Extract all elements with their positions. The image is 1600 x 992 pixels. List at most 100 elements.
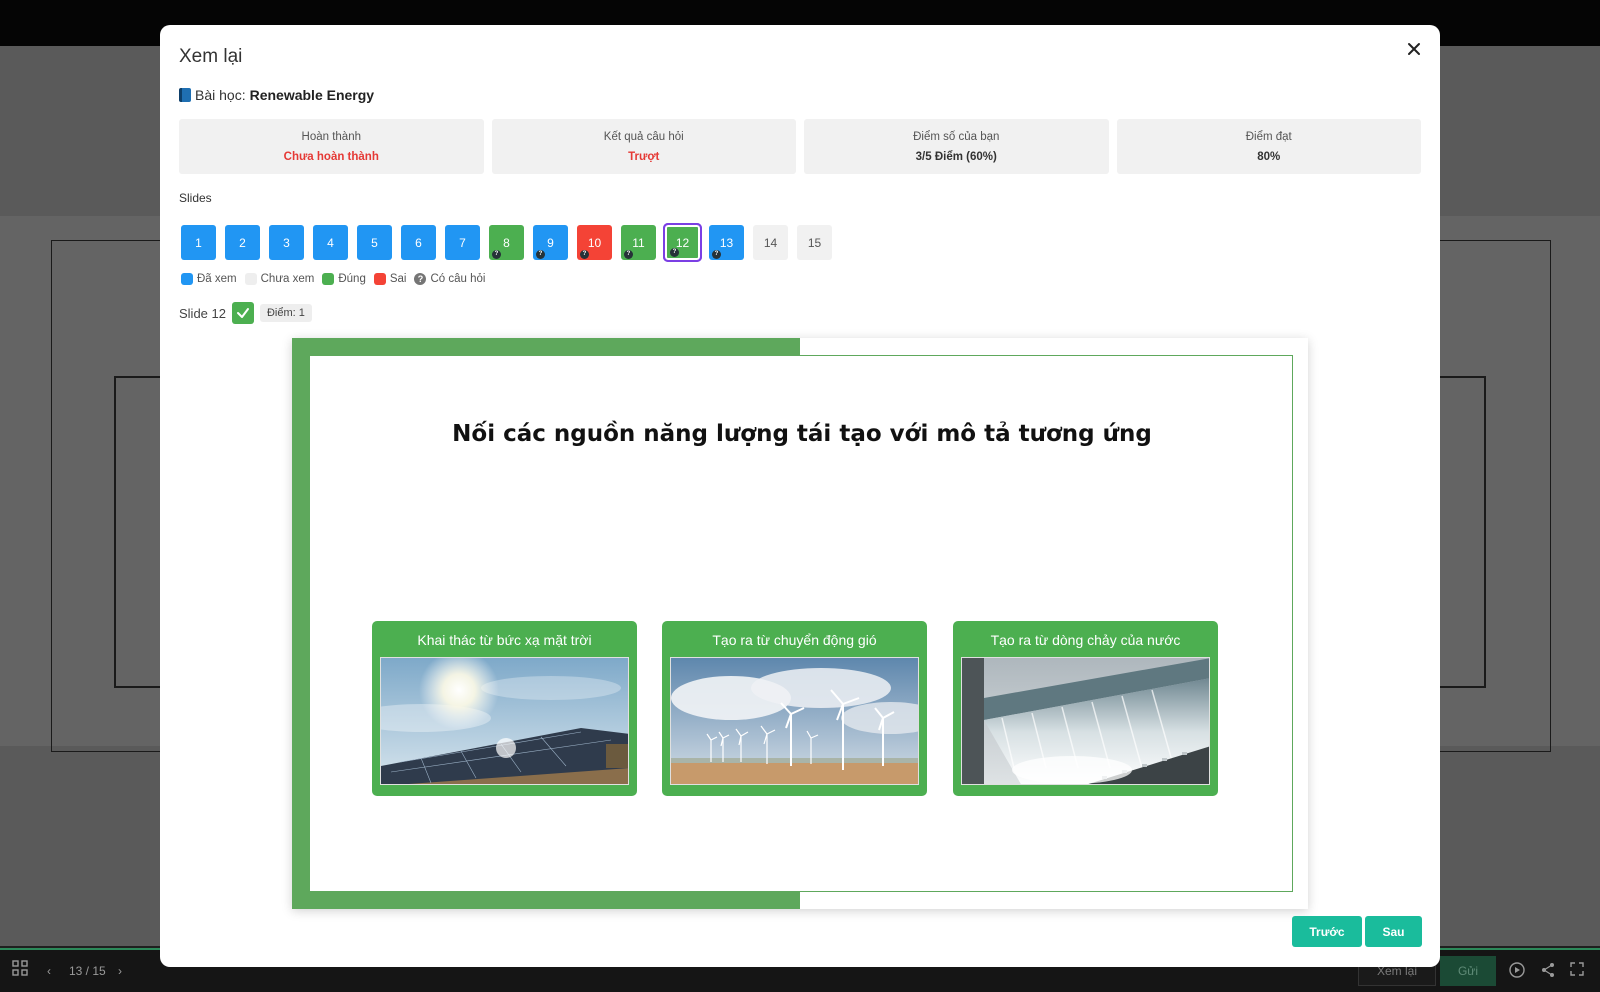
stat-your-score: Điểm số của bạn 3/5 Điểm (60%) [804, 119, 1109, 174]
slide-button-3[interactable]: 3 [269, 225, 304, 260]
slide-number: 1 [195, 235, 202, 250]
slide-number: 10 [587, 235, 602, 250]
solar-panels-image [380, 657, 629, 785]
slide-number: 9 [547, 235, 554, 250]
question-icon: ? [670, 248, 679, 257]
question-icon: ? [712, 250, 721, 259]
grid-menu-icon[interactable] [12, 960, 28, 979]
slide-number: 12 [675, 235, 690, 250]
slide-button-12[interactable]: 12? [663, 223, 702, 262]
fullscreen-icon[interactable] [1570, 962, 1584, 979]
legend-correct: Đúng [322, 273, 366, 285]
check-icon [231, 302, 254, 324]
lesson-prefix: Bài học: [195, 87, 246, 103]
match-card-hydro[interactable]: Tạo ra từ dòng chảy của nước [953, 621, 1218, 796]
slide-button-6[interactable]: 6 [401, 225, 436, 260]
previous-button[interactable]: Trước [1292, 916, 1362, 947]
slide-number: 6 [415, 235, 422, 250]
slide-number: 13 [719, 235, 734, 250]
legend-question: ? Có câu hỏi [414, 273, 485, 285]
slide-button-1[interactable]: 1 [181, 225, 216, 260]
wind-turbines-image [670, 657, 919, 785]
slide-number: 4 [327, 235, 334, 250]
card-title: Tạo ra từ chuyển động gió [712, 632, 877, 648]
slide-button-13[interactable]: 13? [709, 225, 744, 260]
legend-label: Chưa xem [260, 273, 315, 285]
legend-wrong: Sai [373, 273, 407, 285]
legend-label: Sai [389, 273, 407, 285]
slide-number: 5 [371, 235, 378, 250]
slide-content: Nối các nguồn năng lượng tái tạo với mô … [309, 355, 1293, 892]
current-slide-label: Slide 12 [179, 305, 226, 321]
legend-swatch [244, 273, 257, 285]
next-button[interactable]: Sau [1365, 916, 1422, 947]
slide-accent-top [292, 338, 800, 355]
legend-label: Đúng [338, 273, 366, 285]
slide-accent-bottom [292, 892, 800, 909]
stat-question-result: Kết quả câu hỏi Trượt [491, 119, 796, 174]
lesson-info: Bài học: Renewable Energy [179, 87, 374, 103]
replay-icon[interactable] [1508, 961, 1526, 982]
match-card-wind[interactable]: Tạo ra từ chuyển động gió [662, 621, 927, 796]
slide-button-5[interactable]: 5 [357, 225, 392, 260]
slide-button-10[interactable]: 10? [577, 225, 612, 260]
lesson-name: Renewable Energy [249, 87, 375, 103]
slide-number: 11 [632, 235, 645, 250]
stat-label: Điểm đạt [1245, 130, 1292, 143]
legend-swatch [373, 273, 386, 285]
slide-button-2[interactable]: 2 [225, 225, 260, 260]
slide-title: Nối các nguồn năng lượng tái tạo với mô … [452, 421, 1152, 447]
slide-button-15[interactable]: 15 [797, 225, 832, 260]
legend-unviewed: Chưa xem [244, 273, 315, 285]
question-icon: ? [492, 250, 501, 259]
slide-number: 2 [239, 235, 246, 250]
stat-label: Điểm số của bạn [913, 130, 1000, 143]
legend-swatch [181, 273, 193, 285]
page-counter: 13 / 15 [69, 964, 106, 978]
slide-navigator: 1 2 3 4 5 6 7 8? 9? 10? 11? 12? 13? 14 15 [181, 223, 832, 262]
slide-button-11[interactable]: 11? [621, 225, 656, 260]
share-icon[interactable] [1540, 962, 1556, 981]
question-icon: ? [414, 273, 427, 285]
next-slide-icon[interactable]: › [118, 964, 122, 978]
stats-row: Hoàn thành Chưa hoàn thành Kết quả câu h… [179, 119, 1421, 174]
slide-button-8[interactable]: 8? [489, 225, 524, 260]
slide-number: 8 [503, 235, 510, 250]
stat-value: 80% [1257, 150, 1281, 163]
stat-pass-score: Điểm đạt 80% [1116, 119, 1421, 174]
stat-label: Kết quả câu hỏi [603, 130, 684, 143]
question-icon: ? [580, 250, 589, 259]
slide-number: 3 [283, 235, 290, 250]
prev-slide-icon[interactable]: ‹ [47, 964, 51, 978]
legend-swatch [322, 273, 335, 285]
close-icon[interactable] [1402, 37, 1426, 61]
question-icon: ? [624, 250, 633, 259]
stat-completion: Hoàn thành Chưa hoàn thành [179, 119, 484, 174]
modal-title: Xem lại [179, 46, 243, 67]
player-send-button[interactable]: Gửi [1440, 956, 1496, 986]
slide-number: 15 [807, 235, 822, 250]
slide-button-9[interactable]: 9? [533, 225, 568, 260]
book-icon [179, 88, 191, 102]
slides-heading: Slides [179, 191, 212, 205]
current-slide-info: Slide 12 Điểm: 1 [179, 302, 312, 324]
slide-number: 14 [763, 235, 778, 250]
stat-value: 3/5 Điểm (60%) [915, 150, 997, 163]
question-icon: ? [536, 250, 545, 259]
slide-button-4[interactable]: 4 [313, 225, 348, 260]
slide-number: 7 [459, 235, 466, 250]
stat-value: Trượt [628, 150, 660, 163]
card-title: Khai thác từ bức xạ mặt trời [417, 632, 592, 648]
legend-viewed: Đã xem [181, 273, 237, 285]
legend-label: Đã xem [197, 273, 237, 285]
review-modal: Xem lại Bài học: Renewable Energy Hoàn t… [160, 25, 1440, 967]
card-title: Tạo ra từ dòng chảy của nước [990, 632, 1181, 648]
slide-button-14[interactable]: 14 [753, 225, 788, 260]
slide-legend: Đã xem Chưa xem Đúng Sai ? Có câu hỏi [181, 273, 485, 285]
match-card-solar[interactable]: Khai thác từ bức xạ mặt trời [372, 621, 637, 796]
stat-value: Chưa hoàn thành [283, 150, 379, 163]
score-badge: Điểm: 1 [259, 304, 312, 322]
slide-button-7[interactable]: 7 [445, 225, 480, 260]
stat-label: Hoàn thành [301, 130, 361, 143]
slide-accent-left [292, 338, 309, 909]
